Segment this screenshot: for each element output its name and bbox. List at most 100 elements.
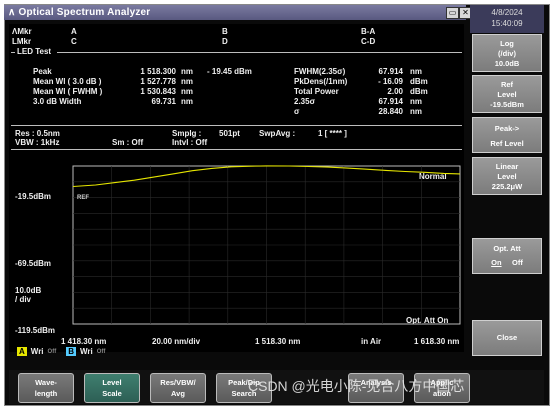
wavelength-key[interactable]: Wave- length bbox=[18, 373, 74, 403]
result-label: Peak bbox=[33, 67, 52, 76]
result-value: 1 527.778 bbox=[140, 77, 176, 86]
result-label: Mean Wl ( FWHM ) bbox=[33, 87, 103, 96]
x-medium-label: in Air bbox=[361, 337, 382, 346]
trace-a-display: Off bbox=[47, 348, 57, 355]
key-label: Level bbox=[102, 378, 122, 387]
result-unit: dBm bbox=[410, 77, 428, 86]
key-label: length bbox=[34, 389, 58, 398]
result-label: Mean Wl ( 3.0 dB ) bbox=[33, 77, 102, 86]
result-unit: dBm bbox=[410, 87, 428, 96]
marker-c: C bbox=[71, 37, 77, 46]
x-start-label: 1 418.30 nm bbox=[61, 337, 107, 346]
trace-b-display: Off bbox=[96, 348, 106, 355]
result-value: 28.840 bbox=[378, 107, 403, 116]
x-center-label: 1 518.30 nm bbox=[255, 337, 301, 346]
opt-att-button[interactable]: Opt. Att On Off bbox=[472, 238, 542, 274]
peak-power: - 19.45 dBm bbox=[207, 67, 252, 76]
button-label: (/div) bbox=[498, 49, 516, 58]
led-test-title: LED Test bbox=[17, 47, 52, 56]
window-title: ∧ Optical Spectrum Analyzer bbox=[8, 5, 150, 20]
key-label: Avg bbox=[171, 389, 185, 398]
result-value: 67.914 bbox=[378, 67, 403, 76]
trace-b-state: Wri bbox=[79, 347, 93, 356]
result-value: 67.914 bbox=[378, 97, 403, 106]
result-value: 69.731 bbox=[151, 97, 176, 106]
spectrum-plot[interactable]: REF bbox=[9, 150, 464, 336]
button-value: -19.5dBm bbox=[490, 100, 524, 109]
button-label: Log bbox=[500, 39, 514, 48]
button-label: Ref bbox=[500, 80, 514, 89]
result-label: Total Power bbox=[294, 87, 339, 96]
result-label: PkDens(/1nm) bbox=[294, 77, 348, 86]
opt-att-off[interactable]: Off bbox=[512, 258, 523, 267]
result-value: - 16.09 bbox=[378, 77, 403, 86]
marker-a: A bbox=[71, 27, 77, 36]
minimize-button[interactable]: ▭ bbox=[446, 7, 459, 19]
vbw-setting: VBW : 1kHz bbox=[15, 138, 60, 147]
button-label: Level bbox=[497, 90, 517, 99]
x-stop-label: 1 618.30 nm bbox=[414, 337, 460, 346]
smplg-value: 501pt bbox=[219, 129, 240, 138]
result-label: 2.35σ bbox=[294, 97, 316, 106]
marker-b: B bbox=[222, 27, 228, 36]
trace-a-badge[interactable]: A bbox=[17, 347, 27, 356]
result-unit: nm bbox=[410, 97, 422, 106]
marker-b-a: B-A bbox=[361, 27, 376, 36]
result-label: σ bbox=[294, 107, 300, 116]
swpavg-value: 1 [ **** ] bbox=[318, 129, 347, 138]
key-label: Wave- bbox=[35, 378, 57, 387]
button-label: Close bbox=[496, 333, 518, 342]
res-setting: Res : 0.5nm bbox=[15, 129, 60, 138]
amkr-label: ΛMkr bbox=[12, 27, 32, 36]
result-unit: nm bbox=[181, 87, 193, 96]
opt-att-on[interactable]: On bbox=[491, 258, 501, 267]
button-label: Peak-> bbox=[494, 124, 520, 133]
button-label: Opt. Att bbox=[493, 244, 521, 253]
watermark: CSDN @光电小陈-见合八方中国芯 bbox=[248, 378, 465, 394]
x-div-label: 20.00 nm/div bbox=[152, 337, 201, 346]
log-scale-button[interactable]: Log (/div) 10.0dB bbox=[472, 34, 542, 72]
result-value: 1 518.300 bbox=[140, 67, 176, 76]
result-unit: nm bbox=[181, 67, 193, 76]
smplg-label: Smplg : bbox=[172, 129, 202, 138]
res-vbw-avg-key[interactable]: Res/VBW/ Avg bbox=[150, 373, 206, 403]
trace-b-badge[interactable]: B bbox=[66, 347, 76, 356]
date-text: 4/8/2024 bbox=[491, 8, 523, 17]
marker-c-d: C-D bbox=[361, 37, 376, 46]
window-title-text: Optical Spectrum Analyzer bbox=[18, 7, 151, 18]
result-unit: nm bbox=[181, 97, 193, 106]
peak-to-ref-level-button[interactable]: Peak-> Ref Level bbox=[472, 117, 542, 153]
led-test-header: LED Test bbox=[17, 47, 51, 56]
key-label: Res/VBW/ bbox=[160, 378, 196, 387]
key-label: Scale bbox=[102, 389, 122, 398]
result-unit: nm bbox=[410, 107, 422, 116]
button-label: Linear bbox=[495, 162, 519, 171]
result-value: 1 530.843 bbox=[140, 87, 176, 96]
level-scale-key[interactable]: Level Scale bbox=[84, 373, 140, 403]
trace-status: A Wri Off B Wri Off bbox=[17, 347, 105, 356]
result-label: 3.0 dB Width bbox=[33, 97, 82, 106]
button-value: 10.0dB bbox=[494, 59, 520, 68]
ref-level-button[interactable]: Ref Level -19.5dBm bbox=[472, 75, 542, 113]
intvl-setting: Intvl : Off bbox=[172, 138, 208, 147]
lmkr-label: LMkr bbox=[12, 37, 32, 46]
result-unit: nm bbox=[181, 77, 193, 86]
marker-d: D bbox=[222, 37, 228, 46]
plot-grid bbox=[73, 166, 460, 324]
ref-marker: REF bbox=[77, 195, 89, 201]
result-label: FWHM(2.35σ) bbox=[294, 67, 346, 76]
linear-level-button[interactable]: Linear Level 225.2μW bbox=[472, 157, 542, 195]
measurement-panel: ΛMkr LMkr A C B D B-A C-D LED Test Peak … bbox=[9, 24, 464, 356]
swpavg-label: SwpAvg : bbox=[259, 129, 296, 138]
divider bbox=[57, 52, 462, 53]
datetime-display: 4/8/2024 15:40:09 bbox=[470, 5, 544, 33]
trace-a-state: Wri bbox=[30, 347, 44, 356]
result-value: 2.00 bbox=[387, 87, 403, 96]
close-button[interactable]: Close bbox=[472, 320, 542, 356]
button-label: Ref Level bbox=[490, 139, 524, 148]
button-value: 225.2μW bbox=[491, 182, 523, 191]
divider bbox=[11, 52, 15, 53]
title-bar: ∧ Optical Spectrum Analyzer ▭ ✕ bbox=[4, 5, 472, 20]
caret-icon: ∧ bbox=[8, 7, 19, 18]
divider bbox=[11, 125, 462, 126]
